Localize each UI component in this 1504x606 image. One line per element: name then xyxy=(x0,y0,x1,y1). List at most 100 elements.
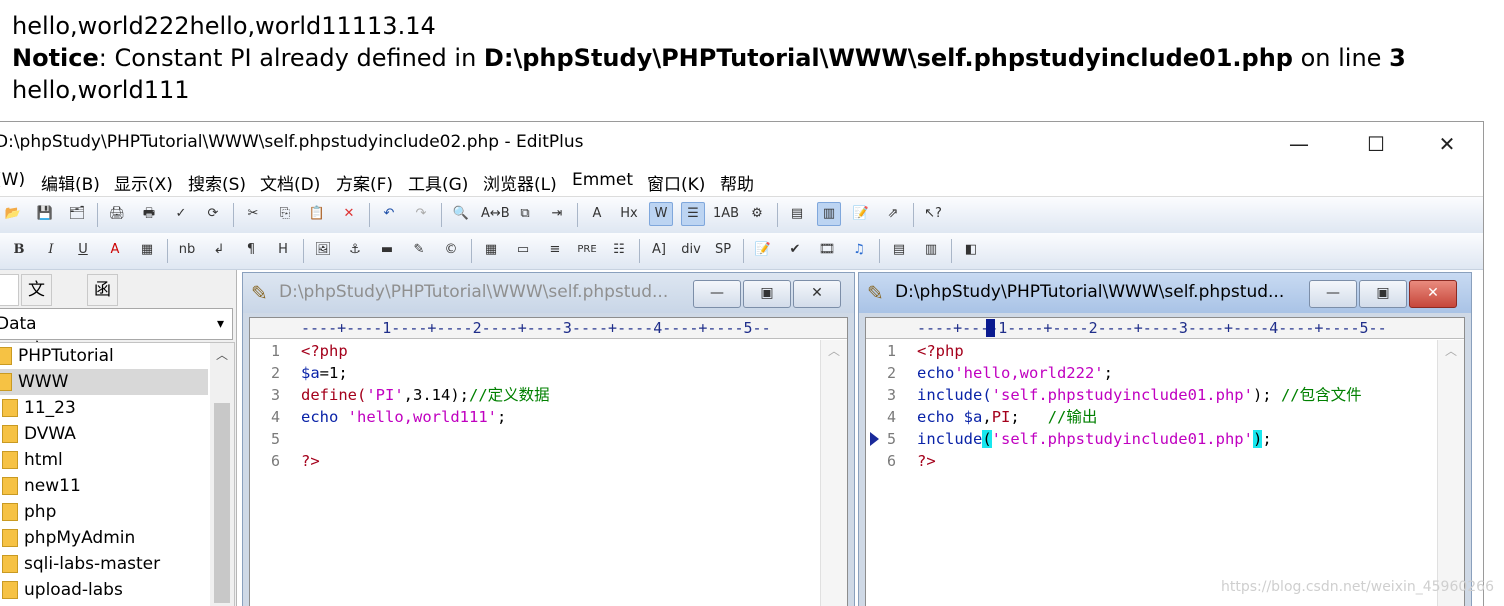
editor-body[interactable]: ----+----1----+----2----+----3----+----4… xyxy=(865,317,1465,606)
find-in-files-icon[interactable]: ⧉ xyxy=(513,202,537,226)
maximize-button[interactable]: ☐ xyxy=(1342,122,1410,166)
font-icon[interactable]: A xyxy=(585,202,609,226)
menu-view[interactable]: 显示(X) xyxy=(114,170,173,195)
editor-scrollbar[interactable]: ︿ xyxy=(1437,340,1464,606)
hex-icon[interactable]: Hx xyxy=(617,202,641,226)
window-list-icon[interactable]: ▤ xyxy=(785,202,809,226)
redo-icon[interactable]: ↷ xyxy=(409,202,433,226)
delete-icon[interactable]: ✕ xyxy=(337,202,361,226)
list-icon[interactable]: ☷ xyxy=(607,238,631,262)
menu-emmet[interactable]: Emmet xyxy=(572,170,633,190)
center-icon[interactable]: ≡ xyxy=(543,238,567,262)
copyright-icon[interactable]: © xyxy=(439,238,463,262)
save-all-icon[interactable]: 🗂 xyxy=(65,202,89,226)
editor-title-bar[interactable]: ✎ D:\phpStudy\PHPTutorial\WWW\self.phpst… xyxy=(243,273,854,313)
form-icon[interactable]: ▤ xyxy=(887,238,911,262)
browser-preview-icon[interactable]: ◧ xyxy=(959,238,983,262)
find-icon[interactable]: 🔍 xyxy=(449,202,473,226)
code-area[interactable]: <?php echo'hello,world222'; include('sel… xyxy=(917,340,1434,606)
menu-search[interactable]: 搜索(S) xyxy=(188,170,246,195)
editor-title-bar[interactable]: ✎ D:\phpStudy\PHPTutorial\WWW\self.phpst… xyxy=(859,273,1471,313)
span-icon[interactable]: SP xyxy=(711,238,735,262)
tree-item-dvwa[interactable]: DVWA xyxy=(2,421,76,447)
title-bar[interactable]: D:\phpStudy\PHPTutorial\WWW\self.phpstud… xyxy=(0,122,1483,166)
editor-close-button[interactable]: ✕ xyxy=(1409,280,1457,308)
editor-restore-button[interactable]: ▣ xyxy=(743,280,791,308)
word-wrap-icon[interactable]: W xyxy=(649,202,673,226)
editor-minimize-button[interactable]: — xyxy=(1309,280,1357,308)
editor-minimize-button[interactable]: — xyxy=(693,280,741,308)
music-icon[interactable]: ♫ xyxy=(847,238,871,262)
paragraph-icon[interactable]: ¶ xyxy=(239,238,263,262)
open-icon[interactable]: 📂 xyxy=(1,202,25,226)
undo-icon[interactable]: ↶ xyxy=(377,202,401,226)
tree-item-phptutorial[interactable]: PHPTutorial xyxy=(0,343,114,369)
tree-scroll-thumb[interactable] xyxy=(214,403,230,603)
tab-directory[interactable] xyxy=(0,274,19,306)
reload-icon[interactable]: ⟳ xyxy=(201,202,225,226)
menu-help[interactable]: 帮助 xyxy=(720,170,754,195)
heading-icon[interactable]: H xyxy=(271,238,295,262)
close-button[interactable]: ✕ xyxy=(1413,122,1481,166)
edit-doc-icon[interactable]: 📝 xyxy=(751,238,775,262)
menu-project[interactable]: 方案(F) xyxy=(336,170,393,195)
spellcheck-icon[interactable]: ✓ xyxy=(169,202,193,226)
print-icon[interactable]: 🖶 xyxy=(137,202,161,226)
tree-item-upload-labs[interactable]: upload-labs xyxy=(2,577,123,603)
cut-icon[interactable]: ✂ xyxy=(241,202,265,226)
anchor-icon[interactable]: ⚓ xyxy=(343,238,367,262)
paste-icon[interactable]: 📋 xyxy=(305,202,329,226)
scroll-up-icon[interactable]: ︿ xyxy=(210,345,234,365)
tab-functions[interactable]: 函数 xyxy=(87,274,118,330)
editor-close-button[interactable]: ✕ xyxy=(793,280,841,308)
tree-item-php[interactable]: php xyxy=(2,499,56,525)
scroll-up-icon[interactable]: ︿ xyxy=(821,342,847,359)
check-pen-icon[interactable]: ✔ xyxy=(783,238,807,262)
bold-icon[interactable]: B xyxy=(7,238,31,262)
textbox-icon[interactable]: ▭ xyxy=(511,238,535,262)
directory-window-icon[interactable]: ▥ xyxy=(817,202,841,226)
goto-line-icon[interactable]: ⇥ xyxy=(545,202,569,226)
menu-edit[interactable]: 编辑(B) xyxy=(41,170,100,195)
indent-guide-icon[interactable]: ☰ xyxy=(681,202,705,226)
line-number-icon[interactable]: 1AB xyxy=(713,202,739,226)
minimize-button[interactable]: — xyxy=(1265,122,1333,166)
underline-icon[interactable]: U xyxy=(71,238,95,262)
movie-icon[interactable]: 🎞 xyxy=(815,238,839,262)
editor-scrollbar[interactable]: ︿ xyxy=(820,340,847,606)
tree-scrollbar[interactable]: ︿ xyxy=(210,343,234,606)
save-icon[interactable]: 💾 xyxy=(33,202,57,226)
menu-document[interactable]: 文档(D) xyxy=(260,170,320,195)
copy-icon[interactable]: ⎘ xyxy=(273,202,297,226)
cliptext-icon[interactable]: 📝 xyxy=(849,202,873,226)
italic-icon[interactable]: I xyxy=(39,238,63,262)
horizontal-rule-icon[interactable]: ▬ xyxy=(375,238,399,262)
tree-item-www[interactable]: WWW xyxy=(0,369,208,395)
tree-item-phpmyadmin[interactable]: phpMyAdmin xyxy=(2,525,135,551)
form-list-icon[interactable]: ▥ xyxy=(919,238,943,262)
directory-select[interactable]: Data ▾ xyxy=(0,308,233,340)
editor-restore-button[interactable]: ▣ xyxy=(1359,280,1407,308)
edit-pen-icon[interactable]: ✎ xyxy=(407,238,431,262)
help-pointer-icon[interactable]: ↖? xyxy=(921,202,945,226)
scroll-up-icon[interactable]: ︿ xyxy=(1438,342,1464,359)
replace-icon[interactable]: A↔B xyxy=(481,202,510,226)
menu-browser[interactable]: 浏览器(L) xyxy=(483,170,557,195)
print-preview-icon[interactable]: 🖨 xyxy=(105,202,129,226)
table-icon[interactable]: ▦ xyxy=(479,238,503,262)
menu-tools[interactable]: 工具(G) xyxy=(408,170,468,195)
settings-icon[interactable]: ⚙ xyxy=(745,202,769,226)
div-icon[interactable]: div xyxy=(679,238,703,262)
nbsp-icon[interactable]: nb xyxy=(175,238,199,262)
tree-item-html[interactable]: html xyxy=(2,447,63,473)
output-window-icon[interactable]: ⇗ xyxy=(881,202,905,226)
tree-item-11-23[interactable]: 11_23 xyxy=(2,395,76,421)
tab-cliptext[interactable]: 文本库 xyxy=(21,274,52,360)
text-format-icon[interactable]: A] xyxy=(647,238,671,262)
pre-icon[interactable]: PRE xyxy=(575,238,599,262)
editor-body[interactable]: ----+----1----+----2----+----3----+----4… xyxy=(249,317,848,606)
code-area[interactable]: <?php $a=1; define('PI',3.14);//定义数据 ech… xyxy=(301,340,817,606)
tree-item-new11[interactable]: new11 xyxy=(2,473,81,499)
image-icon[interactable]: 🖼 xyxy=(311,238,335,262)
tree-item-sqli-labs-master[interactable]: sqli-labs-master xyxy=(2,551,160,577)
